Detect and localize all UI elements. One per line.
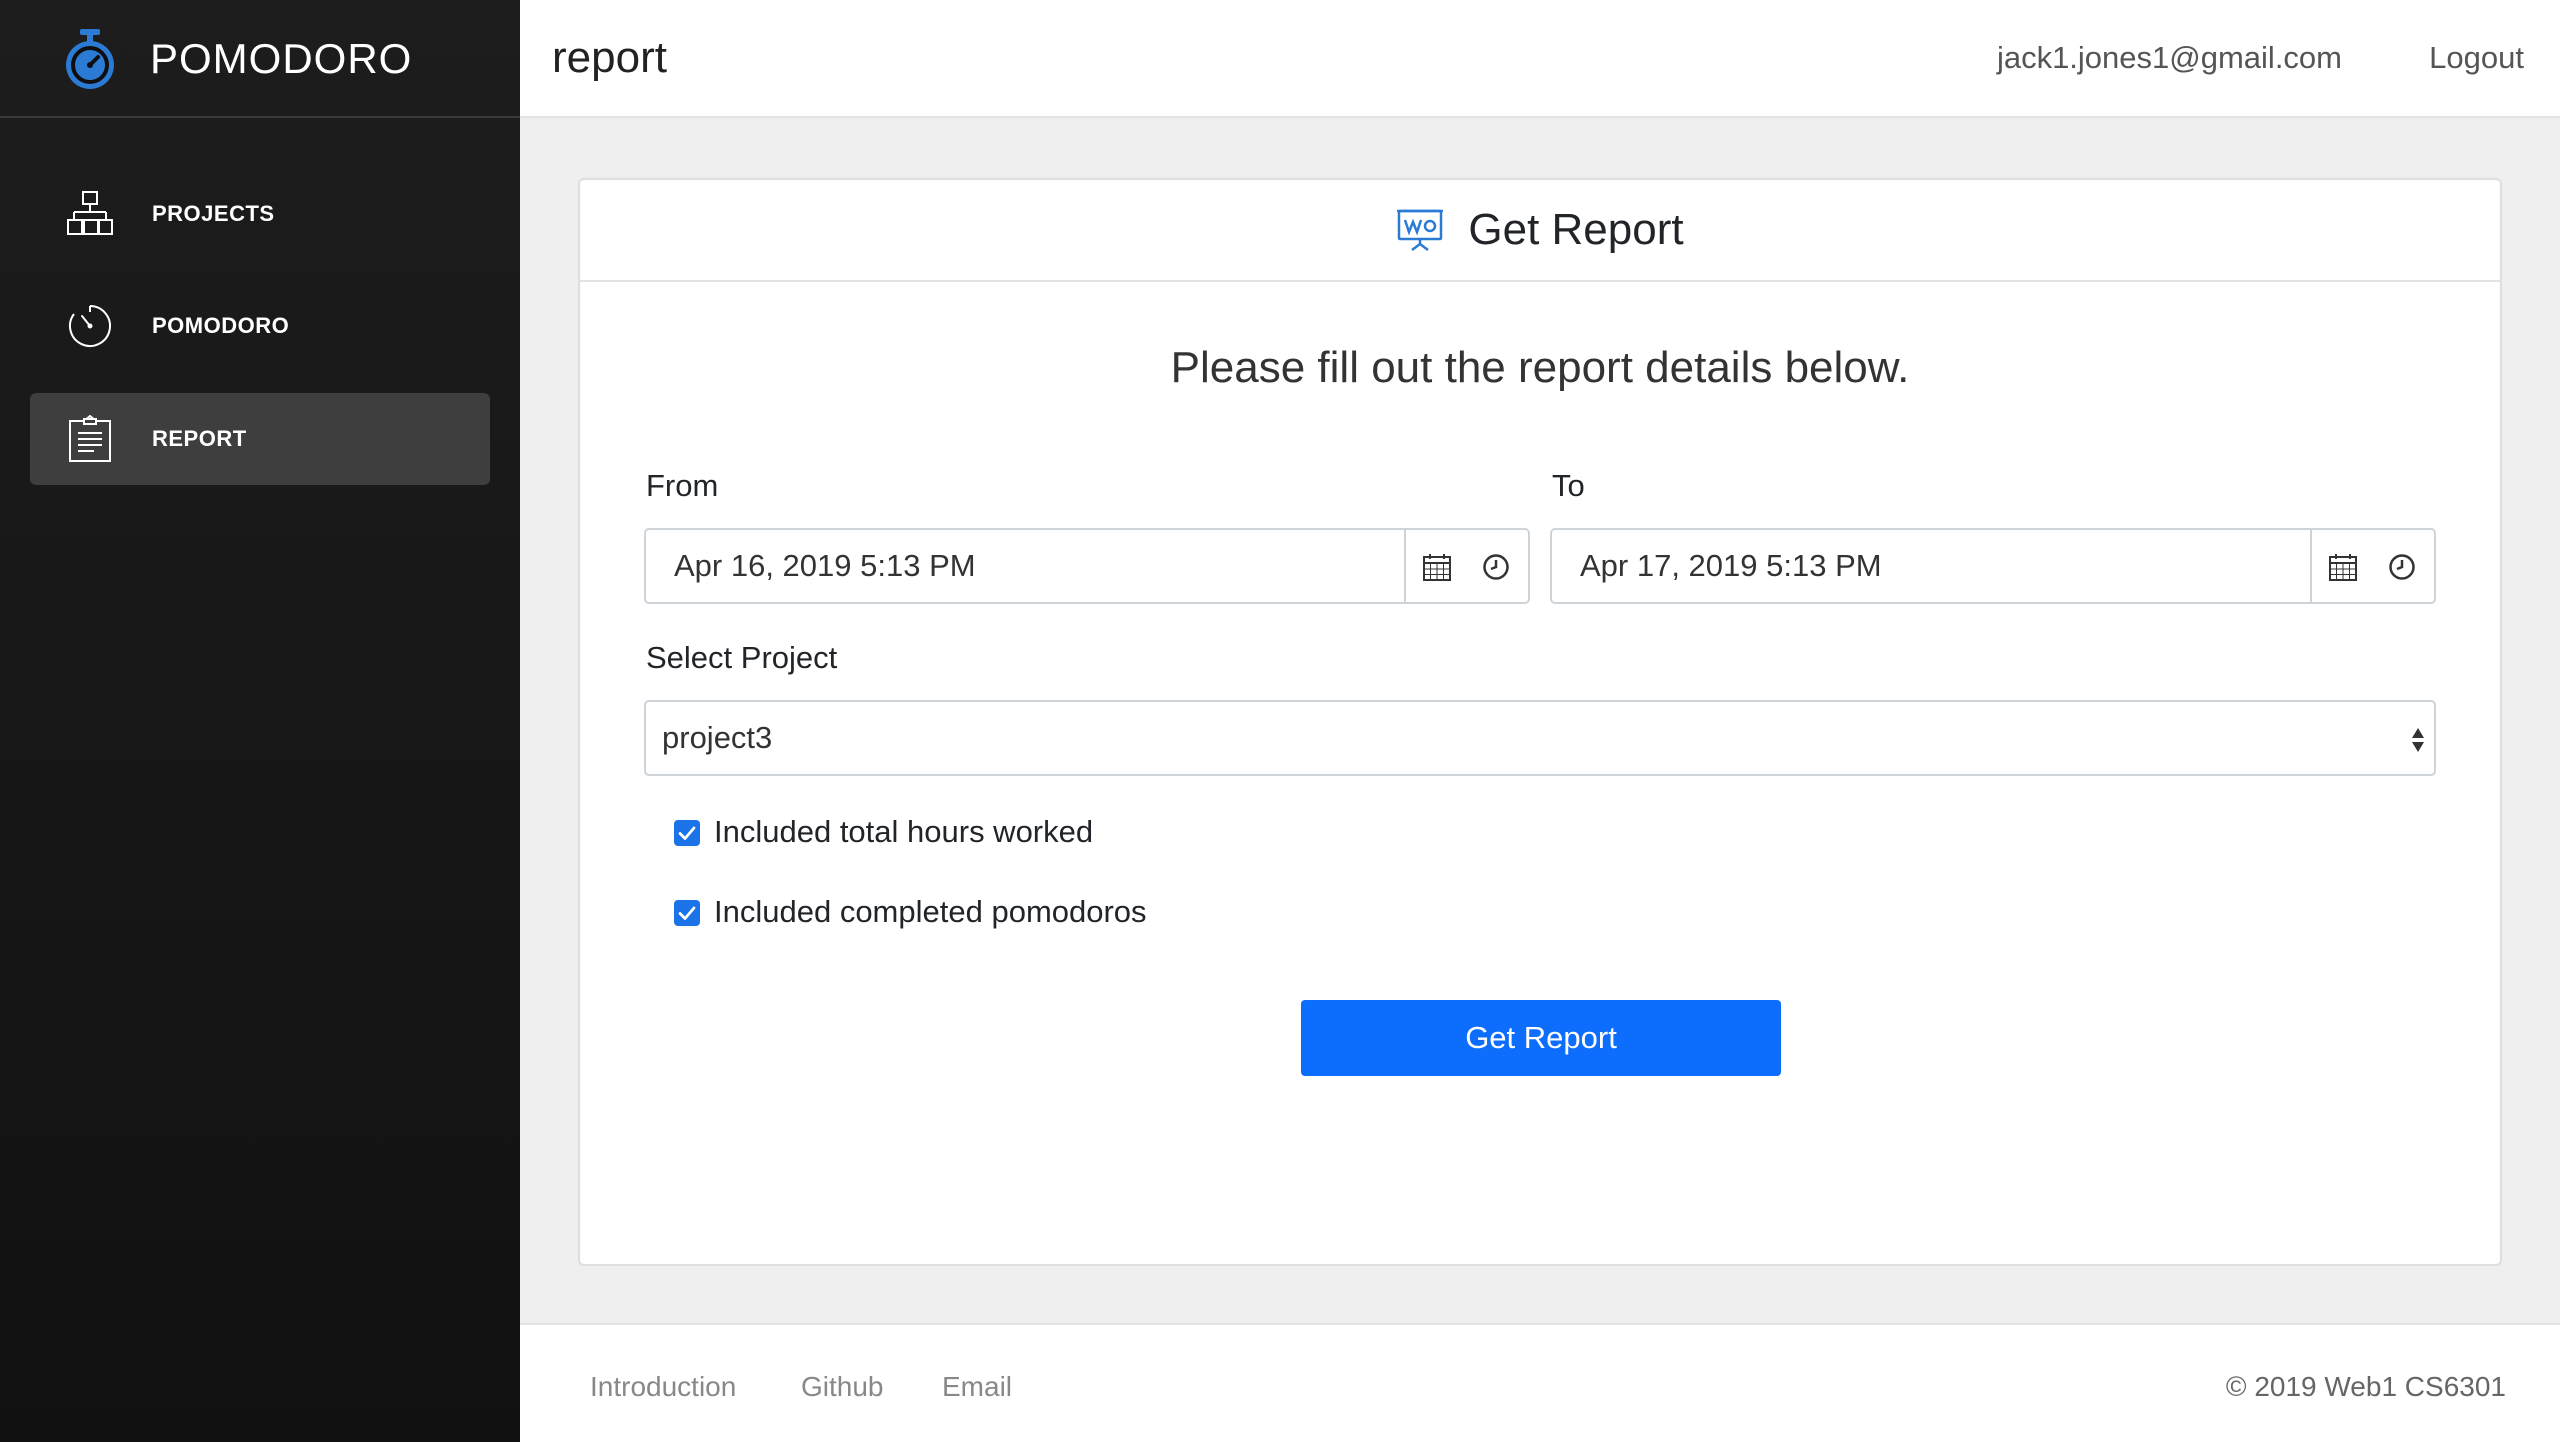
user-email: jack1.jones1@gmail.com (1996, 40, 2342, 75)
clock-icon[interactable] (2388, 553, 2416, 581)
copyright: © 2019 Web1 CS6301 (2225, 1371, 2506, 1402)
get-report-button[interactable]: Get Report (1301, 1000, 1781, 1076)
timer-icon (69, 305, 111, 347)
sidebar-item-label: PROJECTS (152, 201, 275, 226)
checkmark-icon (678, 826, 696, 840)
brand: POMODORO (0, 0, 520, 118)
calendar-icon[interactable] (1422, 552, 1452, 582)
hours-worked-label: Included total hours worked (714, 814, 1094, 849)
footer-link-email[interactable]: Email (942, 1369, 1012, 1405)
brand-title: POMODORO (150, 35, 413, 82)
sidebar-item-pomodoro[interactable]: POMODORO (30, 280, 490, 372)
stopwatch-icon (66, 29, 114, 89)
calendar-icon[interactable] (2328, 552, 2358, 582)
sidebar-item-label: POMODORO (152, 313, 290, 338)
logout-link[interactable]: Logout (2429, 38, 2524, 78)
to-picker-addon (2310, 530, 2434, 602)
sidebar-item-label: REPORT (152, 426, 247, 451)
to-label: To (1552, 468, 1585, 503)
project-select[interactable]: project3 (644, 700, 2436, 776)
form-instructions: Please fill out the report details below… (1170, 343, 1910, 392)
sidebar-item-report[interactable]: REPORT (30, 393, 490, 485)
sidebar: POMODORO PROJECTS POMODORO REPORT (0, 0, 520, 1442)
report-card: Get Report Please fill out the report de… (578, 178, 2502, 1266)
sidebar-item-projects[interactable]: PROJECTS (30, 168, 490, 260)
from-datetime-field[interactable]: Apr 16, 2019 5:13 PM (644, 528, 1530, 604)
to-datetime-field[interactable]: Apr 17, 2019 5:13 PM (1550, 528, 2436, 604)
presentation-chart-icon (1397, 209, 1444, 251)
footer: Introduction Github Email © 2019 Web1 CS… (520, 1323, 2560, 1442)
project-select-value: project3 (662, 720, 773, 755)
to-datetime-value: Apr 17, 2019 5:13 PM (1580, 548, 1882, 583)
clipboard-icon (69, 415, 111, 462)
card-title: Get Report (1468, 205, 1684, 254)
top-header: report jack1.jones1@gmail.com Logout (520, 0, 2560, 118)
completed-pomodoros-label: Included completed pomodoros (714, 894, 1147, 929)
footer-link-introduction[interactable]: Introduction (590, 1369, 736, 1405)
clock-icon[interactable] (1482, 553, 1510, 581)
select-arrows-icon (2412, 728, 2424, 752)
completed-pomodoros-checkbox[interactable] (674, 900, 700, 926)
from-picker-addon (1404, 530, 1528, 602)
footer-link-github[interactable]: Github (801, 1369, 884, 1405)
select-project-label: Select Project (646, 640, 838, 675)
hours-worked-checkbox[interactable] (674, 820, 700, 846)
page-title: report (552, 33, 667, 82)
from-datetime-value: Apr 16, 2019 5:13 PM (674, 548, 976, 583)
checkmark-icon (678, 906, 696, 920)
card-header: Get Report (580, 180, 2500, 282)
from-label: From (646, 468, 719, 503)
projects-icon (67, 191, 113, 235)
